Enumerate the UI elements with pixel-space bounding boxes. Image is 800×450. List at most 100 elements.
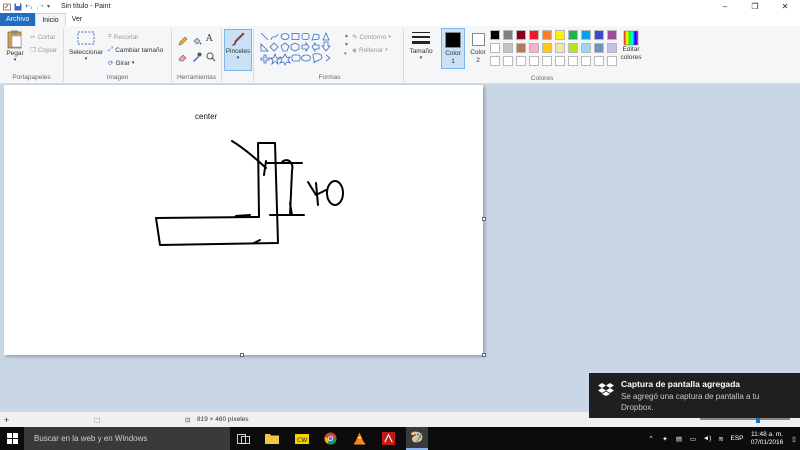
window-controls: – ❐ ✕ — [710, 0, 800, 13]
palette-swatch[interactable] — [568, 56, 578, 66]
magnifier-icon[interactable] — [206, 52, 216, 62]
palette-swatch[interactable] — [503, 56, 513, 66]
palette-swatch[interactable] — [607, 43, 617, 53]
windows-start-icon[interactable] — [7, 433, 18, 444]
pencil-icon[interactable] — [178, 36, 188, 46]
size-button[interactable]: Tamaño ▾ — [406, 30, 436, 61]
color-picker-icon[interactable] — [192, 52, 202, 62]
dropbox-tray-icon[interactable]: ✦ — [658, 435, 672, 443]
zoom-slider[interactable] — [700, 415, 790, 423]
palette-swatch[interactable] — [490, 43, 500, 53]
volume-icon[interactable]: ◄) — [700, 435, 714, 442]
shapes-gallery[interactable] — [260, 32, 344, 66]
freehand-drawing — [155, 140, 344, 246]
palette-swatch[interactable] — [503, 30, 513, 40]
vlc-icon[interactable] — [351, 430, 368, 447]
selection-rectangle-icon — [77, 31, 95, 45]
paste-icon — [7, 30, 22, 49]
selection-size-icon: ⬚ — [94, 416, 101, 424]
redo-icon[interactable] — [36, 3, 44, 11]
paint-app-icon — [3, 3, 11, 10]
dropbox-notification[interactable]: Captura de pantalla agregada Se agregó u… — [589, 373, 800, 418]
palette-swatch[interactable] — [594, 56, 604, 66]
outline-button[interactable]: ✎ Contorno ▾ — [352, 33, 391, 42]
palette-swatch[interactable] — [516, 56, 526, 66]
clock[interactable]: 11:48 a. m. 07/01/2016 — [746, 431, 788, 447]
svg-text:CW: CW — [297, 437, 307, 444]
palette-swatch[interactable] — [568, 43, 578, 53]
palette-swatch[interactable] — [568, 30, 578, 40]
palette-swatch[interactable] — [516, 30, 526, 40]
palette-swatch[interactable] — [555, 43, 565, 53]
palette-swatch[interactable] — [529, 43, 539, 53]
palette-swatch[interactable] — [607, 30, 617, 40]
customize-toolbar-icon[interactable]: ▾ — [47, 3, 55, 11]
paint-taskbar-icon[interactable] — [406, 427, 428, 450]
cut-button[interactable]: ✂ Cortar — [30, 33, 56, 42]
tab-inicio[interactable]: Inicio — [35, 13, 66, 26]
palette-swatch[interactable] — [594, 43, 604, 53]
palette-swatch[interactable] — [516, 43, 526, 53]
drawing-canvas[interactable]: center — [4, 85, 483, 355]
file-explorer-icon[interactable] — [263, 430, 280, 447]
minimize-button[interactable]: – — [710, 0, 740, 13]
tab-ver[interactable]: Ver — [66, 13, 89, 26]
resize-handle-right[interactable] — [482, 217, 486, 221]
taskbar-search-box[interactable]: Buscar en la web y en Windows — [24, 427, 230, 450]
palette-swatch[interactable] — [607, 56, 617, 66]
undo-icon[interactable] — [25, 3, 33, 11]
show-hidden-icons-icon[interactable]: ^ — [644, 435, 658, 442]
fill-button[interactable]: ◈ Rellenar ▾ — [352, 46, 388, 55]
language-indicator[interactable]: ESP — [728, 435, 746, 442]
save-icon[interactable] — [14, 3, 22, 11]
resize-button[interactable]: ⤢ Cambiar tamaño — [108, 46, 163, 54]
rotate-icon: ⟳ — [108, 60, 114, 67]
resize-handle-corner[interactable] — [482, 353, 486, 357]
rotate-button[interactable]: ⟳ Girar ▾ — [108, 59, 134, 68]
brushes-button[interactable]: Pinceles ▾ — [224, 29, 252, 71]
color1-button[interactable]: Color 1 — [441, 28, 465, 69]
palette-swatch[interactable] — [581, 30, 591, 40]
action-center-icon[interactable]: ▯ — [788, 435, 800, 443]
battery-icon[interactable]: ▭ — [686, 435, 700, 443]
camera-app-icon[interactable]: CW — [293, 430, 310, 447]
palette-swatch[interactable] — [529, 30, 539, 40]
palette-swatch[interactable] — [542, 43, 552, 53]
palette-swatch[interactable] — [555, 56, 565, 66]
crop-button[interactable]: ⌗ Recortar — [108, 33, 139, 41]
copy-button[interactable]: ❐ Copiar — [30, 46, 57, 55]
color1-swatch — [445, 32, 461, 48]
shapes-scroll[interactable]: ▲ ▼ ▾ — [344, 32, 349, 59]
rotate-label: Girar — [115, 59, 130, 67]
eraser-icon[interactable] — [178, 52, 188, 62]
canvas-workspace[interactable]: center — [0, 84, 800, 411]
task-view-icon[interactable] — [235, 430, 252, 447]
fill-bucket-icon[interactable] — [192, 36, 202, 46]
palette-swatch[interactable] — [529, 56, 539, 66]
palette-swatch[interactable] — [490, 56, 500, 66]
select-button[interactable]: Seleccionar ▾ — [68, 31, 104, 62]
palette-swatch[interactable] — [555, 30, 565, 40]
palette-swatch[interactable] — [542, 30, 552, 40]
palette-swatch[interactable] — [594, 30, 604, 40]
tab-archivo[interactable]: Archivo — [0, 13, 36, 26]
palette-swatch[interactable] — [490, 30, 500, 40]
close-button[interactable]: ✕ — [770, 0, 800, 13]
color-palette — [490, 30, 620, 70]
resize-handle-bottom[interactable] — [240, 353, 244, 357]
network-icon[interactable]: ▤ — [672, 435, 686, 443]
chrome-icon[interactable] — [322, 430, 339, 447]
palette-swatch[interactable] — [581, 56, 591, 66]
edit-colors-button[interactable]: Editar colores — [619, 30, 643, 62]
palette-swatch[interactable] — [581, 43, 591, 53]
color2-button[interactable]: Color 2 — [467, 28, 489, 69]
text-tool-icon[interactable]: A — [206, 34, 213, 44]
wifi-icon[interactable]: ≋ — [714, 435, 728, 443]
palette-swatch[interactable] — [503, 43, 513, 53]
color-spectrum-icon — [623, 30, 639, 46]
paste-button[interactable]: Pegar ▾ — [4, 30, 26, 63]
maximize-button[interactable]: ❐ — [740, 0, 770, 13]
acrobat-icon[interactable] — [380, 430, 397, 447]
quick-access-toolbar: ▾ — [0, 3, 55, 11]
palette-swatch[interactable] — [542, 56, 552, 66]
